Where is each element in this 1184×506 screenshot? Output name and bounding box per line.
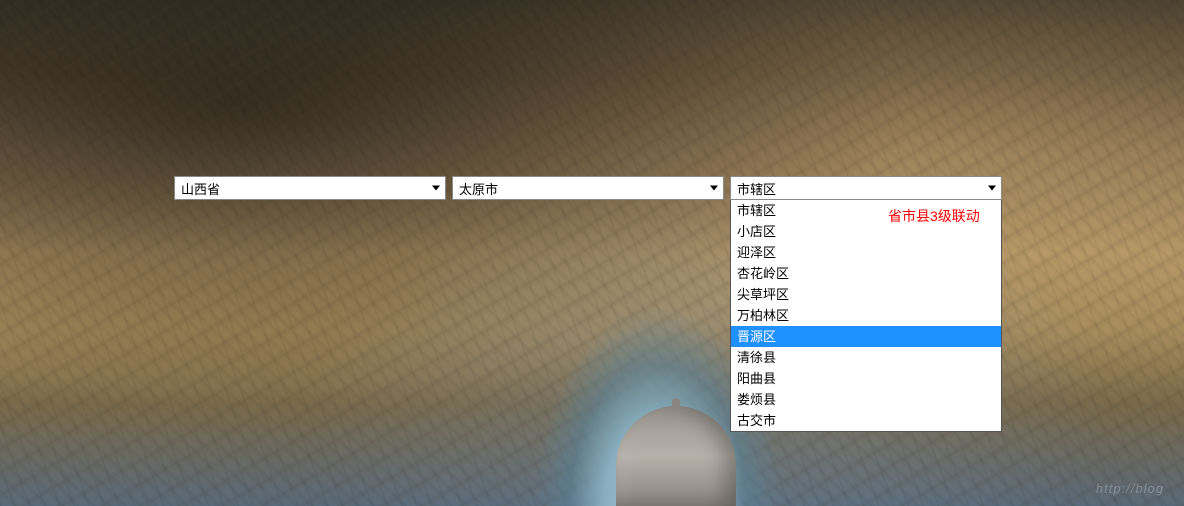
district-option[interactable]: 杏花岭区 (731, 263, 1001, 284)
district-option[interactable]: 万柏林区 (731, 305, 1001, 326)
chevron-down-icon (710, 186, 718, 191)
district-select[interactable]: 市辖区 (730, 176, 1002, 200)
chevron-down-icon (432, 186, 440, 191)
city-select-wrapper: 太原市 (452, 176, 724, 200)
district-option[interactable]: 尖草坪区 (731, 284, 1001, 305)
city-select[interactable]: 太原市 (452, 176, 724, 200)
annotation-label: 省市县3级联动 (888, 206, 980, 226)
city-selected-value: 太原市 (459, 179, 498, 198)
province-selected-value: 山西省 (181, 179, 220, 198)
watermark-text: http://blog (1096, 481, 1164, 496)
chevron-down-icon (988, 186, 996, 191)
district-selected-value: 市辖区 (737, 179, 776, 198)
district-option[interactable]: 迎泽区 (731, 242, 1001, 263)
province-select-wrapper: 山西省 (174, 176, 446, 200)
district-option[interactable]: 娄烦县 (731, 389, 1001, 410)
district-dropdown-list: 市辖区小店区迎泽区杏花岭区尖草坪区万柏林区晋源区清徐县阳曲县娄烦县古交市 (730, 200, 1002, 432)
district-option[interactable]: 晋源区 (731, 326, 1001, 347)
province-select[interactable]: 山西省 (174, 176, 446, 200)
district-option[interactable]: 清徐县 (731, 347, 1001, 368)
district-option[interactable]: 古交市 (731, 410, 1001, 431)
district-select-wrapper: 市辖区 市辖区小店区迎泽区杏花岭区尖草坪区万柏林区晋源区清徐县阳曲县娄烦县古交市 (730, 176, 1002, 200)
district-option[interactable]: 阳曲县 (731, 368, 1001, 389)
cascading-selects-container: 山西省 太原市 市辖区 市辖区小店区迎泽区杏花岭区尖草坪区万柏林区晋源区清徐县阳… (174, 176, 1002, 200)
